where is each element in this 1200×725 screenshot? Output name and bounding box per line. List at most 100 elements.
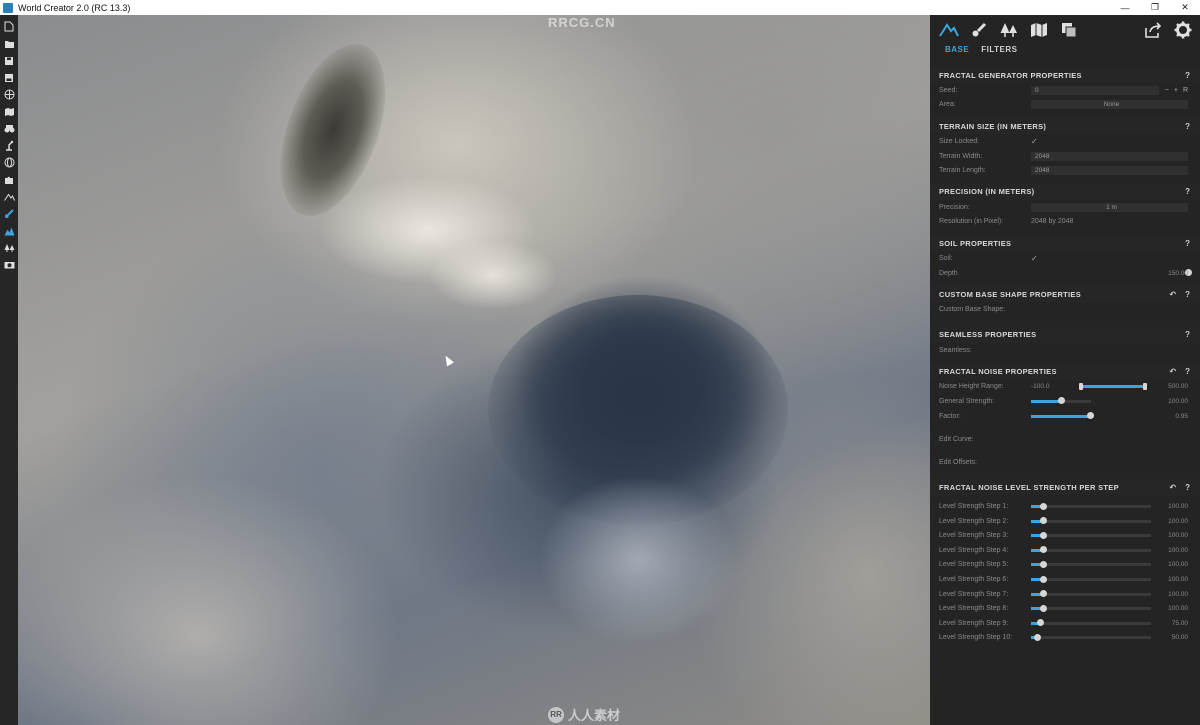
export-icon[interactable] xyxy=(1142,19,1164,41)
section-precision[interactable]: PRECISION (IN METERS) ? xyxy=(930,183,1200,200)
level-strength-slider[interactable] xyxy=(1031,531,1151,539)
factor-row: Factor: 0.95 xyxy=(930,409,1200,424)
level-strength-slider[interactable] xyxy=(1031,517,1151,525)
slider-knob[interactable] xyxy=(1057,397,1065,405)
level-strength-slider[interactable] xyxy=(1031,619,1151,627)
binoculars-icon[interactable] xyxy=(0,120,18,137)
layers-icon[interactable] xyxy=(1058,19,1080,41)
mountain-icon[interactable] xyxy=(0,188,18,205)
level-strength-slider[interactable] xyxy=(1031,546,1151,554)
globe-grid-icon[interactable] xyxy=(0,86,18,103)
maximize-button[interactable]: ❐ xyxy=(1140,0,1170,15)
level-strength-slider[interactable] xyxy=(1031,604,1151,612)
range-max-knob[interactable] xyxy=(1143,382,1147,390)
reset-icon[interactable]: ↶ xyxy=(1169,367,1176,376)
help-button[interactable]: ? xyxy=(1185,71,1190,80)
seed-increment-button[interactable]: + xyxy=(1174,87,1178,94)
tab-base[interactable]: BASE xyxy=(945,45,969,61)
section-title: TERRAIN SIZE (IN METERS) xyxy=(939,121,1047,131)
soil-row: Soil: ✓ xyxy=(930,251,1200,266)
help-button[interactable]: ? xyxy=(1185,187,1190,196)
tab-filters[interactable]: FILTERS xyxy=(981,45,1017,61)
edit-curve-label[interactable]: Edit Curve: xyxy=(939,436,1031,443)
help-button[interactable]: ? xyxy=(1185,290,1190,299)
general-strength-slider[interactable] xyxy=(1031,397,1091,405)
seed-decrement-button[interactable]: − xyxy=(1165,87,1169,94)
seamless-row: Seamless: xyxy=(930,343,1200,358)
soil-checkbox[interactable]: ✓ xyxy=(1031,254,1038,263)
open-folder-icon[interactable] xyxy=(0,35,18,52)
level-strength-slider[interactable] xyxy=(1031,575,1151,583)
range-min-knob[interactable] xyxy=(1079,382,1083,390)
edit-offsets-label[interactable]: Edit Offsets: xyxy=(939,459,1031,466)
help-button[interactable]: ? xyxy=(1185,367,1190,376)
map-icon[interactable] xyxy=(1028,19,1050,41)
new-file-icon[interactable] xyxy=(0,18,18,35)
size-locked-checkbox[interactable]: ✓ xyxy=(1031,137,1038,146)
reset-icon[interactable]: ↶ xyxy=(1169,290,1176,299)
help-button[interactable]: ? xyxy=(1185,330,1190,339)
brush-icon[interactable] xyxy=(0,205,18,222)
slider-knob[interactable] xyxy=(1039,560,1047,568)
section-terrain-size[interactable]: TERRAIN SIZE (IN METERS) ? xyxy=(930,118,1200,135)
size-locked-row: Size Locked: ✓ xyxy=(930,134,1200,149)
minimize-button[interactable]: — xyxy=(1110,0,1140,15)
seed-input[interactable]: 0 xyxy=(1031,85,1159,95)
slider-knob[interactable] xyxy=(1033,633,1041,641)
noise-height-range-slider[interactable] xyxy=(1079,382,1147,390)
section-soil[interactable]: SOIL PROPERTIES ? xyxy=(930,235,1200,252)
slider-knob[interactable] xyxy=(1039,546,1047,554)
section-fractal-generator[interactable]: FRACTAL GENERATOR PROPERTIES ? xyxy=(930,67,1200,83)
terrain-viewport[interactable]: RRCG.CN RR 人人素材 xyxy=(18,15,930,725)
section-title: CUSTOM BASE SHAPE PROPERTIES xyxy=(939,289,1082,299)
precision-dropdown[interactable]: 1 m xyxy=(1031,202,1188,212)
section-fractal-noise[interactable]: FRACTAL NOISE PROPERTIES ↶ ? xyxy=(930,363,1200,380)
seed-random-button[interactable]: R xyxy=(1183,87,1188,94)
brush-icon[interactable] xyxy=(968,19,990,41)
slider-knob[interactable] xyxy=(1039,590,1047,598)
reset-icon[interactable]: ↶ xyxy=(1169,483,1176,492)
terrain-length-row: Terrain Length: 2048 xyxy=(930,163,1200,178)
level-strength-slider[interactable] xyxy=(1031,502,1151,510)
edit-offsets-row[interactable]: Edit Offsets: xyxy=(930,451,1200,473)
puzzle-icon[interactable] xyxy=(0,171,18,188)
terrain-width-input[interactable]: 2048 xyxy=(1031,151,1188,161)
factor-slider[interactable] xyxy=(1031,412,1095,420)
slider-knob[interactable] xyxy=(1039,517,1047,525)
level-strength-slider[interactable] xyxy=(1031,633,1151,641)
trees-icon[interactable] xyxy=(0,239,18,256)
precision-label: Precision: xyxy=(939,203,970,211)
help-button[interactable]: ? xyxy=(1185,239,1190,248)
level-strength-slider[interactable] xyxy=(1031,590,1151,598)
camera-icon[interactable] xyxy=(0,256,18,273)
section-seamless[interactable]: SEAMLESS PROPERTIES ? xyxy=(930,326,1200,343)
save-icon[interactable] xyxy=(0,52,18,69)
section-custom-base-shape[interactable]: CUSTOM BASE SHAPE PROPERTIES ↶ ? xyxy=(930,286,1200,303)
properties-panel: BASE FILTERS FRACTAL GENERATOR PROPERTIE… xyxy=(930,15,1200,725)
terrain-length-input[interactable]: 2048 xyxy=(1031,166,1188,176)
terrain-ridge xyxy=(318,175,538,285)
title-bar: World Creator 2.0 (RC 13.3) — ❐ ✕ xyxy=(0,0,1200,15)
save-as-icon[interactable] xyxy=(0,69,18,86)
robot-arm-icon[interactable] xyxy=(0,137,18,154)
help-button[interactable]: ? xyxy=(1185,122,1190,131)
level-strength-slider[interactable] xyxy=(1031,560,1151,568)
slider-knob[interactable] xyxy=(1036,619,1044,627)
terrain-icon[interactable] xyxy=(0,222,18,239)
section-level-strength[interactable]: FRACTAL NOISE LEVEL STRENGTH PER STEP ↶ … xyxy=(930,479,1200,496)
slider-knob[interactable] xyxy=(1039,531,1047,539)
slider-knob[interactable] xyxy=(1039,604,1047,612)
help-button[interactable]: ? xyxy=(1185,483,1190,492)
sphere-icon[interactable] xyxy=(0,154,18,171)
slider-knob[interactable] xyxy=(1039,575,1047,583)
mountain-icon[interactable] xyxy=(938,19,960,41)
slider-knob[interactable] xyxy=(1039,502,1047,510)
trees-icon[interactable] xyxy=(998,19,1020,41)
gear-icon[interactable] xyxy=(1172,19,1194,41)
map-icon[interactable] xyxy=(0,103,18,120)
slider-knob[interactable] xyxy=(1087,412,1095,420)
section-title: FRACTAL NOISE LEVEL STRENGTH PER STEP xyxy=(939,482,1119,492)
edit-curve-row[interactable]: Edit Curve: xyxy=(930,427,1200,451)
close-button[interactable]: ✕ xyxy=(1170,0,1200,15)
area-dropdown[interactable]: None xyxy=(1031,100,1188,110)
